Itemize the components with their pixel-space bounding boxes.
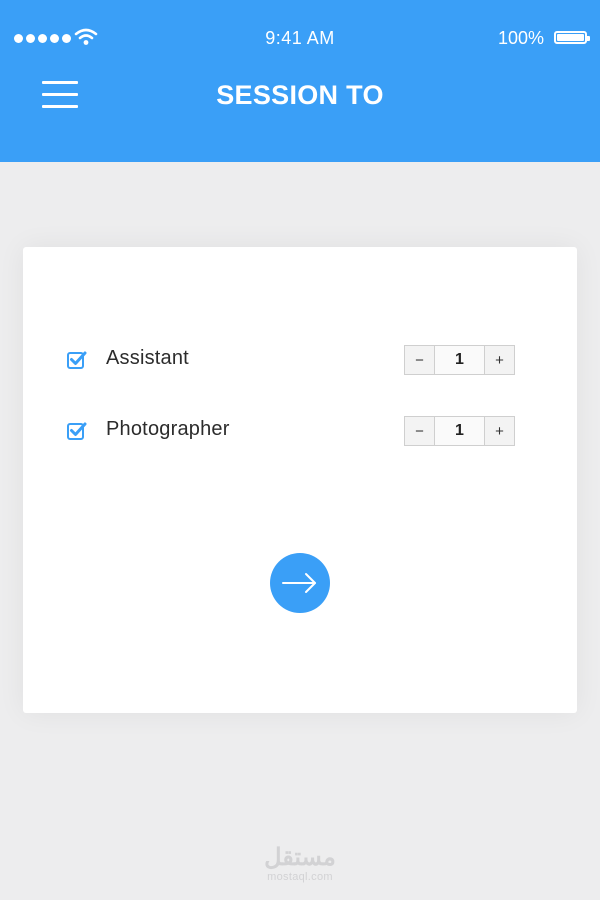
quantity-value[interactable]: 1: [434, 417, 485, 445]
option-row-assistant: Assistant − 1 +: [23, 345, 577, 377]
status-bar: 9:41 AM 100%: [0, 26, 600, 52]
quantity-stepper: − 1 +: [404, 416, 515, 446]
quantity-value[interactable]: 1: [434, 346, 485, 374]
watermark-arabic: مستقل: [264, 844, 336, 871]
app-header: 9:41 AM 100% SESSION TO: [0, 0, 600, 162]
battery-icon: [554, 31, 590, 44]
quantity-stepper: − 1 +: [404, 345, 515, 375]
watermark-logo: مستقل mostaql.com: [0, 844, 600, 884]
increment-button[interactable]: +: [485, 346, 514, 374]
battery-percent: 100%: [497, 28, 544, 48]
checkbox-checked-icon[interactable]: [67, 421, 87, 441]
option-row-photographer: Photographer − 1 +: [23, 416, 577, 448]
decrement-button[interactable]: −: [405, 417, 434, 445]
session-options-card: Assistant − 1 + Photographer − 1 +: [23, 247, 577, 713]
decrement-button[interactable]: −: [405, 346, 434, 374]
checkbox-checked-icon[interactable]: [67, 350, 87, 370]
page-title: SESSION TO: [216, 80, 384, 110]
increment-button[interactable]: +: [485, 417, 514, 445]
option-label: Assistant: [106, 347, 189, 369]
watermark-url: mostaql.com: [267, 871, 333, 883]
option-label: Photographer: [106, 418, 230, 440]
next-button[interactable]: [270, 553, 330, 613]
arrow-right-icon: [282, 573, 316, 593]
